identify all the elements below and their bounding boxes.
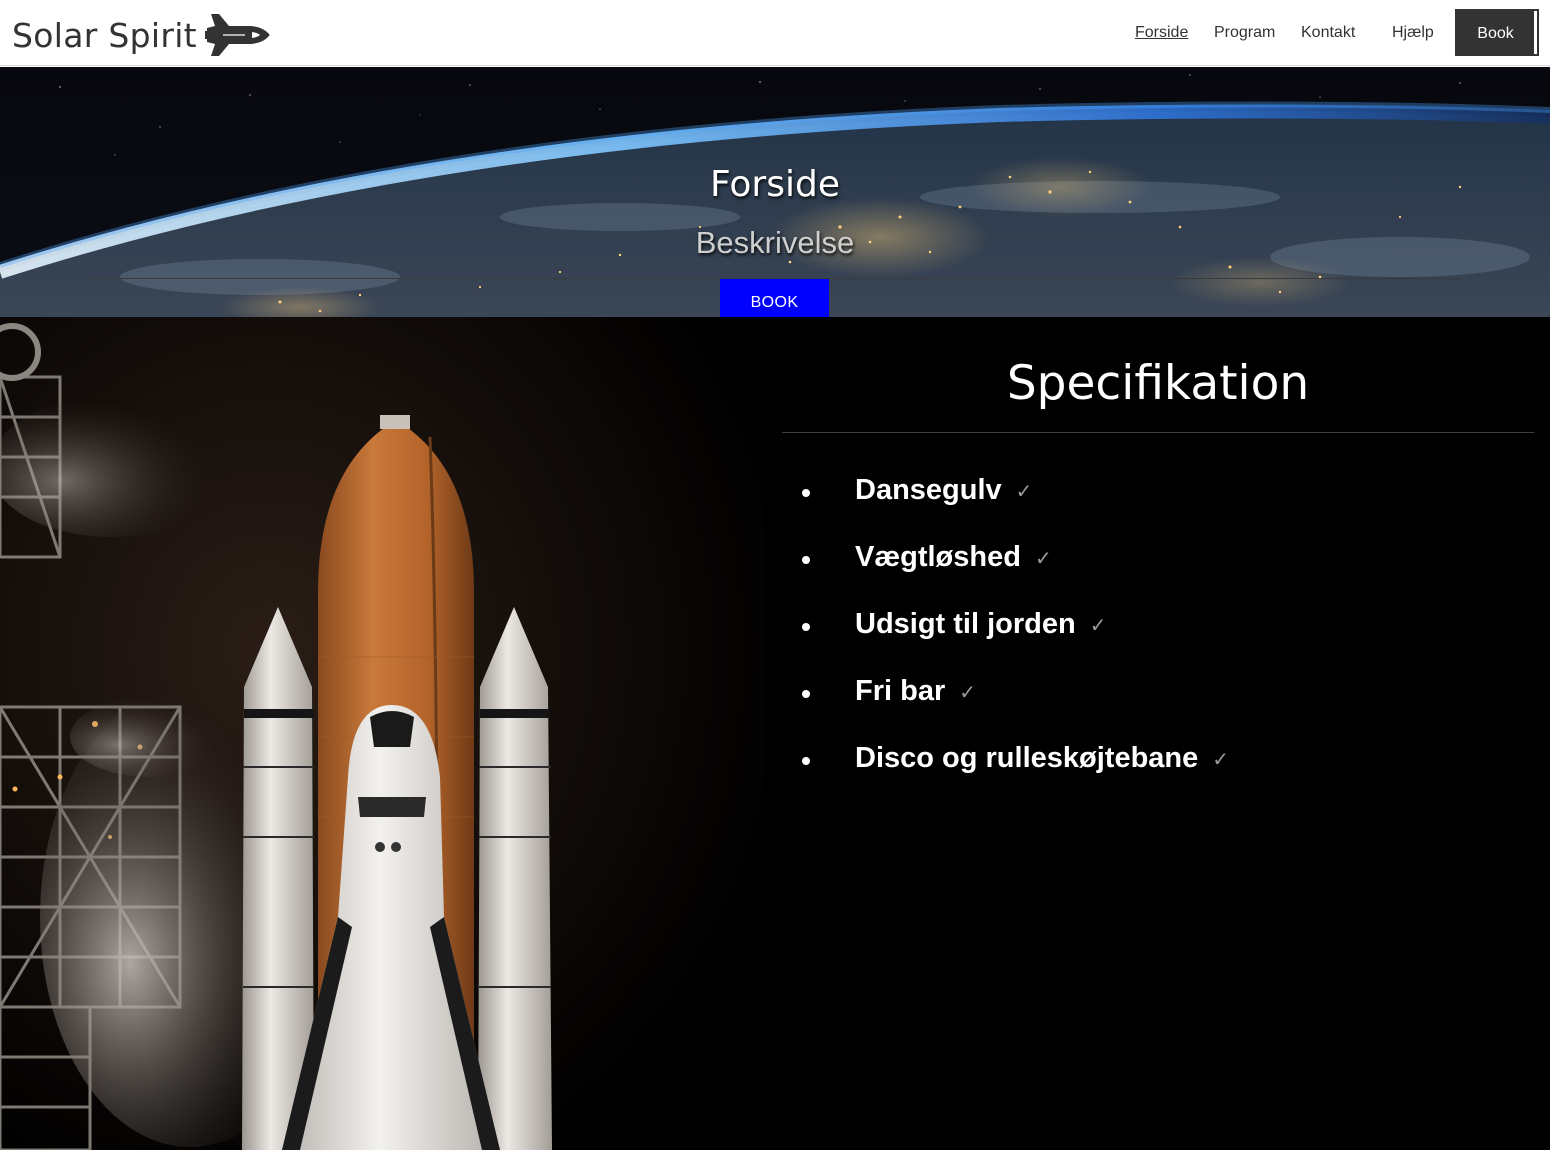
spec-item-dansegulv: Dansegulv ✓ (782, 470, 1534, 537)
spec-item-label: Fri bar (855, 675, 946, 707)
bullet-icon (802, 757, 810, 765)
nav-item-program[interactable]: Program (1214, 23, 1275, 43)
nav-item-kontakt[interactable]: Kontakt (1301, 23, 1355, 43)
spec-item-label: Vægtløshed (855, 541, 1021, 573)
spec-divider (782, 432, 1534, 433)
check-icon: ✓ (959, 680, 977, 704)
spec-list: Dansegulv ✓ Vægtløshed ✓ Udsigt til jorden… (782, 470, 1534, 805)
bullet-icon (802, 556, 810, 564)
spec-item-label: Udsigt til jorden (855, 608, 1076, 640)
bullet-icon (802, 623, 810, 631)
nav-item-forside[interactable]: Forside (1135, 23, 1188, 43)
spec-item-vaegtloshed: Vægtløshed ✓ (782, 537, 1534, 604)
specification-panel: Specifikation Dansegulv ✓ Vægtløshed ✓ Uds… (782, 317, 1534, 1150)
spec-title: Specifikation (1006, 356, 1310, 411)
hero-title: Forside (709, 164, 840, 205)
spec-item-label: Disco og rulleskøjtebane (855, 742, 1199, 774)
spec-item-udsigt: Udsigt til jorden ✓ (782, 604, 1534, 671)
nav-book-button[interactable]: Book (1455, 9, 1539, 56)
check-icon: ✓ (1034, 546, 1052, 570)
space-shuttle-launch-image (0, 317, 766, 1150)
hero-book-button[interactable]: BOOK (720, 279, 829, 317)
main-nav: Forside Program Kontakt Hjælp Book (0, 0, 1551, 66)
spec-item-fri-bar: Fri bar ✓ (782, 671, 1534, 738)
navbar: Solar Spirit Forside Program Kontakt Hjæ… (0, 0, 1551, 66)
check-icon: ✓ (1089, 613, 1107, 637)
check-icon: ✓ (1212, 747, 1230, 771)
hero-banner: Forside Beskrivelse BOOK (0, 67, 1550, 317)
bullet-icon (802, 690, 810, 698)
hero-subtitle: Beskrivelse (695, 225, 855, 260)
spec-item-label: Dansegulv (855, 474, 1002, 506)
nav-item-hjaelp[interactable]: Hjælp (1392, 23, 1434, 43)
spec-item-disco: Disco og rulleskøjtebane ✓ (782, 738, 1534, 805)
bullet-icon (802, 489, 810, 497)
main-section: Specifikation Dansegulv ✓ Vægtløshed ✓ Uds… (0, 317, 1550, 1150)
check-icon: ✓ (1015, 479, 1033, 503)
